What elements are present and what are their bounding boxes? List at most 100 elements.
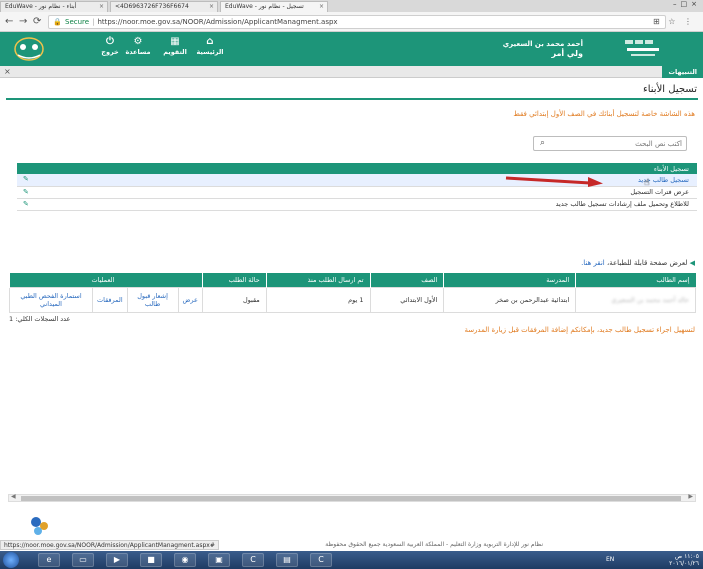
copyright-text: نظام نور للإدارة التربوية وزارة التعليم … — [325, 541, 543, 548]
cell-student: خالد أحمد محمد بن السعيري — [575, 286, 696, 313]
back-arrow-icon[interactable]: ← — [5, 16, 13, 27]
nav-home[interactable]: ⌂ الرئيسية — [190, 36, 230, 56]
paperclip-icon: ✎ — [23, 199, 29, 208]
help-icon: ⚙ — [133, 36, 143, 47]
close-icon[interactable]: × — [4, 66, 11, 78]
col-student[interactable]: إسم الطالب — [575, 273, 696, 287]
ie-icon[interactable]: e — [38, 553, 60, 567]
triangle-left-icon: ◀ — [689, 259, 695, 267]
camtasia-icon[interactable]: C — [242, 553, 264, 567]
window-controls[interactable]: –□× — [673, 0, 701, 8]
menu-item-guide[interactable]: للاطلاع وتحميل ملف إرشادات تسجيل طالب جد… — [17, 198, 697, 211]
hand-cursor-icon: ☝ — [644, 178, 650, 188]
close-icon[interactable]: × — [319, 2, 324, 12]
search-input[interactable] — [552, 137, 682, 150]
search-box: ⌕ — [533, 136, 687, 151]
browser-tab-3[interactable]: EduWave - تسجيل - نظام نور × — [220, 1, 328, 12]
windows-taskbar: e ▭ ▶ ■ ◉ ▣ C ▤ C EN ١١:٠٥ ص ٢٠١٦/٠١/٢٦ — [0, 551, 703, 569]
browser-tab-label: EduWave - تسجيل - نظام نور — [225, 3, 304, 10]
app-icon[interactable]: ▣ — [208, 553, 230, 567]
home-icon: ⌂ — [206, 36, 214, 47]
cell-grade: الأول الابتدائي — [369, 286, 445, 313]
scroll-right-icon[interactable]: ▶ — [688, 493, 693, 500]
noor-logo-icon — [14, 37, 44, 61]
cell-operations: عرض إشعار قبول طالب المرفقات استمارة الف… — [9, 286, 203, 313]
nav-calendar[interactable]: ▦ التقويم — [155, 36, 195, 56]
applications-table: إسم الطالب المدرسة الصف تم ارسال الطلب م… — [9, 273, 696, 313]
col-school[interactable]: المدرسة — [443, 273, 576, 287]
browser-tab-2[interactable]: <4D6963726F736F6674 × — [110, 1, 218, 12]
reload-icon[interactable]: ⟳ — [33, 16, 41, 27]
ministry-logo-icon — [625, 40, 659, 56]
folder-icon[interactable]: ▭ — [72, 553, 94, 567]
col-sent-since[interactable]: تم ارسال الطلب منذ — [265, 273, 371, 287]
menu-item-label[interactable]: للاطلاع وتحميل ملف إرشادات تسجيل طالب جد… — [556, 200, 689, 208]
medical-form-link[interactable]: استمارة الفحص الطبي الميداني — [10, 288, 92, 312]
start-button[interactable] — [3, 552, 19, 568]
menu-item-label[interactable]: عرض فترات التسجيل — [630, 188, 689, 196]
notice-text: هذه الشاشة خاصة لتسجيل أبنائك في الصف ال… — [513, 110, 695, 118]
nav-label: الرئيسية — [196, 48, 224, 56]
nav-label: مساعدة — [125, 48, 151, 56]
user-role: ولي أمر — [551, 49, 583, 58]
total-records: عدد السجلات الكلي: 1 — [9, 315, 71, 323]
camtasia-icon[interactable]: C — [310, 553, 332, 567]
browser-tab-label: EduWave - أبناء - نظام نور — [5, 3, 77, 10]
attachments-link[interactable]: المرفقات — [92, 287, 127, 312]
col-operations: العمليات — [9, 273, 203, 287]
col-status[interactable]: حالة الطلب — [201, 273, 267, 287]
attachments-warning: لتسهيل اجراء تسجيل طالب جديد، بإمكانكم إ… — [464, 326, 695, 334]
col-grade[interactable]: الصف — [369, 273, 444, 287]
page-title: تسجيل الأبناء — [643, 84, 697, 95]
cell-sent-since: 1 يوم — [265, 286, 371, 313]
app-icon[interactable]: ■ — [140, 553, 162, 567]
print-link-text: لعرض صفحة قابلة للطباعة، — [606, 259, 688, 267]
table-header-row: إسم الطالب المدرسة الصف تم ارسال الطلب م… — [9, 273, 696, 287]
eduwave-logo-icon — [31, 517, 48, 535]
notifications-tab[interactable]: التنبيهات — [662, 66, 703, 78]
status-bar-url: https://noor.moe.gov.sa/NOOR/Admission/A… — [0, 540, 219, 550]
chrome-icon[interactable]: ◉ — [174, 553, 196, 567]
url-input[interactable]: 🔒 Secure | https://noor.moe.gov.sa/NOOR/Ad… — [48, 15, 666, 29]
cell-school: ابتدائية عبدالرحمن بن صخر — [443, 286, 577, 313]
menu-item-periods[interactable]: عرض فترات التسجيل ✎ — [17, 186, 697, 199]
url-text: https://noor.moe.gov.sa/NOOR/Admission/A… — [97, 18, 338, 26]
user-name: أحمد محمد بن السعيري — [502, 40, 583, 48]
paperclip-icon: ✎ — [23, 187, 29, 196]
user-info: أحمد محمد بن السعيري ولي أمر — [503, 40, 583, 58]
acceptance-notice-link[interactable]: إشعار قبول طالب — [126, 287, 178, 312]
view-link[interactable]: عرض — [177, 287, 202, 312]
notifications-bar: × التنبيهات — [0, 66, 703, 78]
lock-icon: 🔒 — [53, 18, 62, 26]
media-player-icon[interactable]: ▶ — [106, 553, 128, 567]
browser-tab-label: <4D6963726F736F6674 — [115, 3, 189, 10]
forward-arrow-icon[interactable]: → — [19, 16, 27, 27]
translate-icon[interactable]: ⊞ ☆ ⋮ — [653, 17, 695, 26]
calendar-icon: ▦ — [170, 36, 180, 47]
language-indicator[interactable]: EN — [606, 556, 614, 563]
print-link[interactable]: ◀ لعرض صفحة قابلة للطباعة، انقر هنا. — [581, 259, 695, 267]
table-row: خالد أحمد محمد بن السعيري ابتدائية عبدال… — [9, 286, 696, 313]
menu-header: تسجيل الأبناء — [17, 163, 697, 174]
app-icon[interactable]: ▤ — [276, 553, 298, 567]
horizontal-scrollbar[interactable]: ◀ ▶ — [8, 493, 696, 502]
site-header: ⏻ خروج ⚙ مساعدة ▦ التقويم ⌂ الرئيسية أحم… — [0, 32, 703, 66]
nav-label: التقويم — [163, 48, 187, 56]
paperclip-icon: ✎ — [23, 175, 29, 183]
scrollbar-thumb[interactable] — [21, 496, 681, 501]
address-bar: ← → ⟳ 🔒 Secure | https://noor.moe.gov.sa/N… — [0, 12, 703, 32]
red-arrow-annotation — [505, 176, 603, 187]
search-icon[interactable]: ⌕ — [540, 138, 545, 148]
browser-tab-1[interactable]: EduWave - أبناء - نظام نور × — [0, 1, 108, 12]
nav-help[interactable]: ⚙ مساعدة — [118, 36, 158, 56]
system-clock[interactable]: ١١:٠٥ ص ٢٠١٦/٠١/٢٦ — [669, 553, 699, 567]
clock-time: ١١:٠٥ ص — [674, 553, 699, 560]
clock-date: ٢٠١٦/٠١/٢٦ — [669, 560, 699, 567]
close-icon[interactable]: × — [209, 2, 214, 12]
nav-label: خروج — [101, 48, 119, 56]
browser-tab-strip: EduWave - أبناء - نظام نور × <4D6963726F… — [0, 0, 703, 12]
print-here-link[interactable]: انقر هنا. — [581, 259, 605, 267]
close-icon[interactable]: × — [99, 2, 104, 12]
secure-label: Secure — [65, 18, 90, 26]
scroll-left-icon[interactable]: ◀ — [11, 493, 16, 500]
